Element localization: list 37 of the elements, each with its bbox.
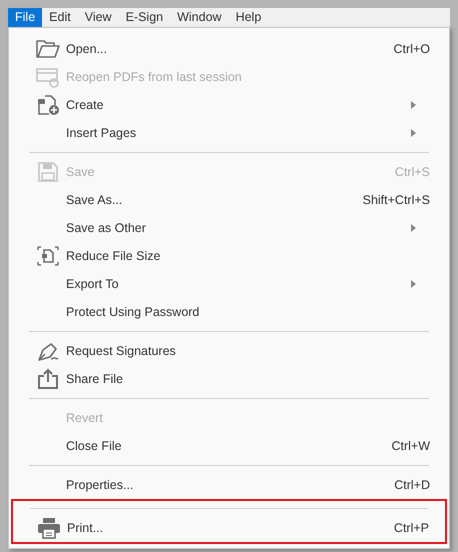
- submenu-arrow-icon: [411, 280, 416, 288]
- shortcut-label: Ctrl+O: [394, 40, 430, 58]
- shortcut-label: Ctrl+D: [394, 476, 430, 494]
- share-icon: [36, 368, 60, 390]
- folder-icon: [36, 38, 60, 60]
- menu-item[interactable]: Properties... Ctrl+D: [12, 471, 446, 499]
- menu-item[interactable]: Export To: [12, 270, 446, 298]
- shortcut-label: Ctrl+P: [394, 520, 429, 537]
- menu-item[interactable]: Share File: [12, 365, 446, 393]
- menu-bar-item[interactable]: File: [8, 8, 42, 27]
- menu-item[interactable]: Protect Using Password: [12, 298, 446, 326]
- menu-item[interactable]: Close File Ctrl+W: [12, 432, 446, 460]
- menu-item[interactable]: Request Signatures: [12, 337, 446, 365]
- menu-bar-item[interactable]: Edit: [42, 8, 78, 27]
- menu-item[interactable]: Print... Ctrl+P: [13, 514, 445, 542]
- menu-bar-item[interactable]: View: [78, 8, 119, 27]
- reduce-file-icon: [36, 245, 60, 267]
- printer-icon: [37, 517, 61, 539]
- menu-item[interactable]: Create: [12, 91, 446, 119]
- menu-item[interactable]: Open... Ctrl+O: [12, 35, 446, 63]
- create-file-icon: [36, 94, 60, 116]
- menu-item[interactable]: Save as Other: [12, 214, 446, 242]
- save-icon: [36, 161, 60, 183]
- shortcut-label: Ctrl+S: [394, 164, 430, 181]
- submenu-arrow-icon: [411, 101, 416, 109]
- shortcut-label: Shift+Ctrl+S: [362, 192, 430, 209]
- pen-icon: [36, 340, 60, 362]
- menu-item[interactable]: Save As... Shift+Ctrl+S: [12, 186, 446, 214]
- menu-bar-item[interactable]: Window: [170, 8, 229, 27]
- submenu-arrow-icon: [411, 224, 416, 232]
- reopen-icon: [36, 66, 60, 88]
- menu-item[interactable]: Reduce File Size: [12, 242, 446, 270]
- submenu-arrow-icon: [411, 129, 416, 137]
- shortcut-label: Ctrl+W: [391, 438, 430, 455]
- menu-bar-item[interactable]: Help: [228, 8, 268, 27]
- menu-bar-item[interactable]: E-Sign: [118, 8, 170, 27]
- menu-item[interactable]: Insert Pages: [12, 119, 446, 147]
